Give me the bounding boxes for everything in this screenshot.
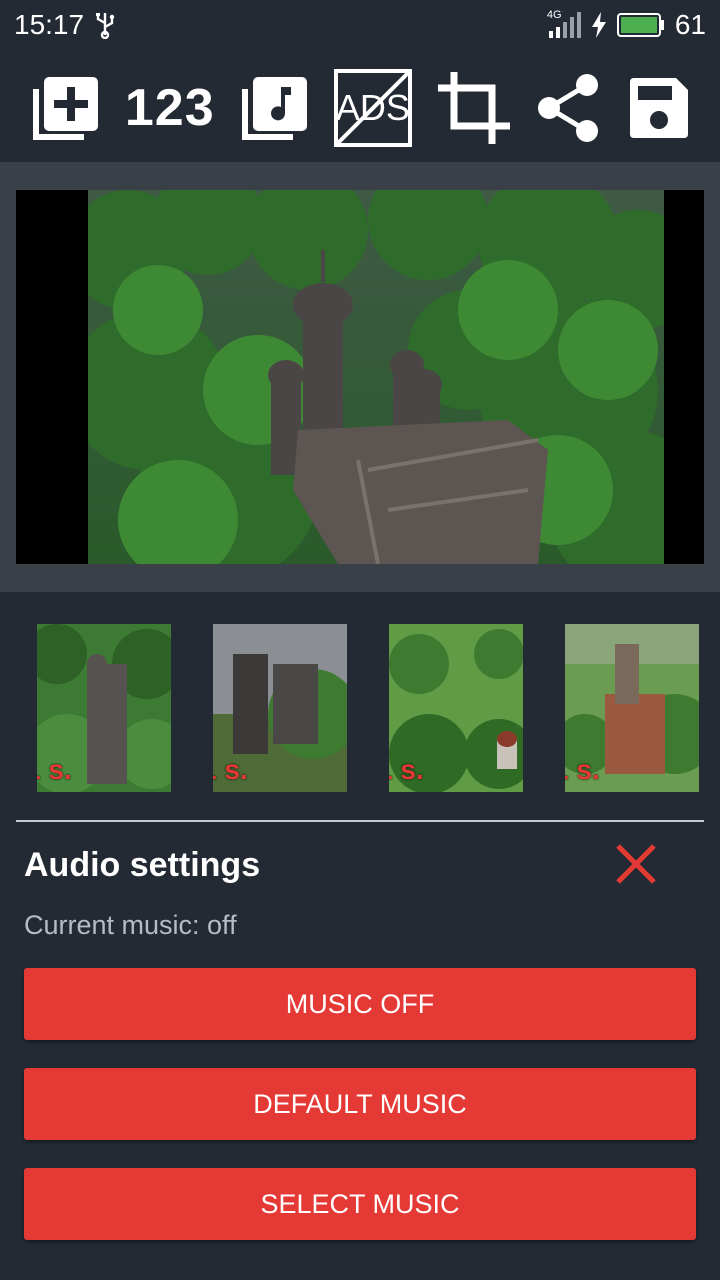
numbering-button[interactable]: 123 [125,60,215,156]
section-divider [16,820,704,822]
audio-settings-title: Audio settings [24,846,261,884]
slide-thumbnail[interactable]: 1 s. [565,624,699,792]
slide-duration: 1 s. [565,754,600,785]
music-library-icon [242,77,308,140]
preview-image [88,190,664,564]
slide-duration: 1 s. [389,754,424,785]
select-music-button[interactable]: SELECT MUSIC [24,1168,696,1240]
battery-percent: 61 [674,9,706,40]
share-icon [538,74,599,142]
current-music-status: Current music: off [24,910,237,940]
ads-disabled-icon [336,71,410,145]
close-audio-settings-button[interactable] [614,842,658,886]
signal-icon: 4G [547,9,581,39]
add-media-icon [33,77,99,140]
status-time: 15:17 [14,9,85,40]
add-media-button[interactable] [30,60,100,156]
share-button[interactable] [537,60,601,156]
battery-icon [616,13,664,37]
music-library-button[interactable] [239,60,309,156]
crop-button[interactable] [436,60,512,156]
editor-toolbar: 123 ADS [0,60,720,156]
save-button[interactable] [626,60,690,156]
close-icon [616,844,656,884]
usb-icon [96,13,115,39]
ads-toggle-button[interactable]: ADS [333,60,412,156]
music-off-button[interactable]: MUSIC OFF [24,968,696,1040]
slide-strip: 1 s. 1 s. 1 s. 1 s. [0,624,720,792]
preview-area [0,162,720,592]
slide-duration: 1 s. [37,754,72,785]
slide-thumbnail[interactable]: 1 s. [37,624,171,792]
status-bar: 15:17 4G 61 [0,0,720,50]
video-preview[interactable] [16,190,704,564]
charging-icon [591,12,606,38]
slide-thumbnail[interactable]: 1 s. [389,624,523,792]
default-music-button[interactable]: DEFAULT MUSIC [24,1068,696,1140]
slide-duration: 1 s. [213,754,248,785]
crop-icon [438,72,511,144]
numbering-label: 123 [124,79,215,137]
save-icon [629,78,688,138]
slide-thumbnail[interactable]: 1 s. [213,624,347,792]
